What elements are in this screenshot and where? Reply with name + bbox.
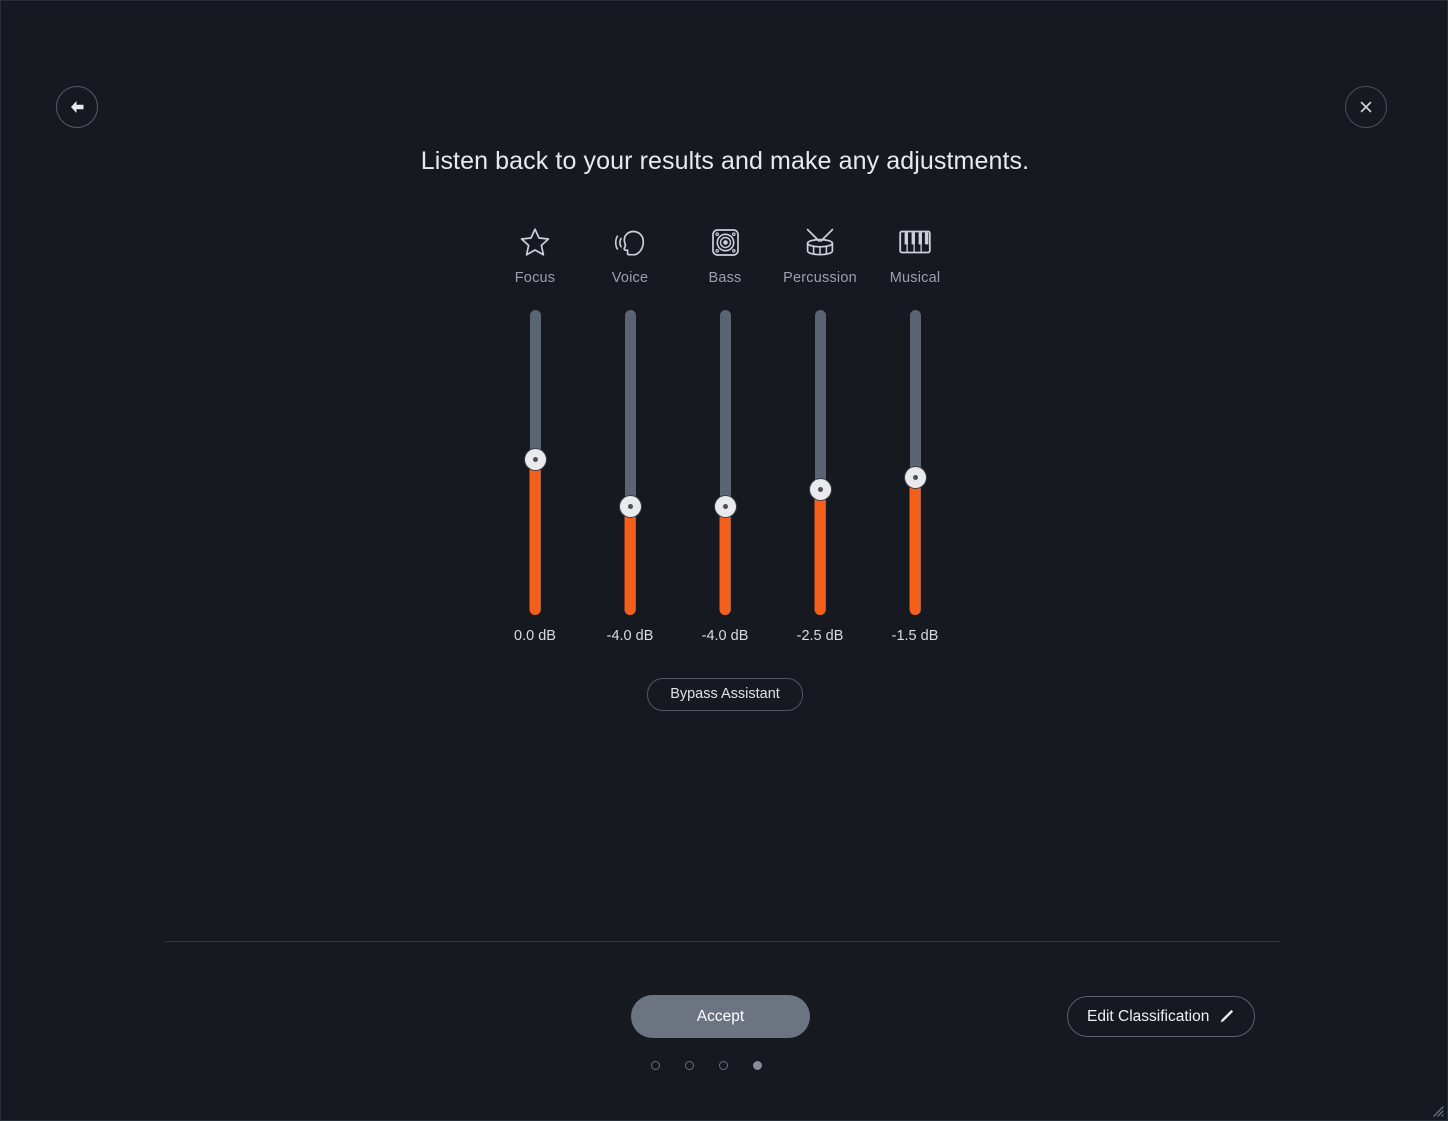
pagination-dots [651, 1061, 762, 1070]
bypass-row: Bypass Assistant [1, 678, 1447, 711]
page-title: Listen back to your results and make any… [420, 147, 1030, 175]
arrow-left-icon [71, 101, 84, 113]
drum-icon [801, 223, 839, 261]
footer-divider [165, 941, 1281, 942]
slider-voice[interactable] [583, 310, 678, 615]
channel-label: Musical [889, 270, 941, 286]
resize-grip-icon[interactable] [1428, 1101, 1444, 1117]
slider-thumb[interactable] [809, 479, 831, 501]
channel-value: 0.0 dB [514, 628, 556, 644]
slider-fill [814, 489, 826, 615]
channel-voice: Voice -4.0 dB [583, 223, 678, 644]
slider-thumb[interactable] [714, 495, 736, 517]
back-button[interactable] [56, 86, 98, 128]
slider-fill [719, 506, 731, 615]
slider-fill [909, 477, 921, 615]
channel-label: Percussion [783, 270, 857, 286]
slider-fill [624, 506, 636, 615]
mixer-panel: Focus 0.0 dB Voice -4.0 dB Bass -4.0 dB … [1, 223, 1447, 644]
channel-percussion: Percussion -2.5 dB [773, 223, 868, 644]
channel-value: -2.5 dB [796, 628, 844, 644]
slider-fill [529, 459, 541, 615]
edit-classification-button[interactable]: Edit Classification [1067, 996, 1256, 1037]
pagination-dot-2[interactable] [685, 1061, 694, 1070]
pagination-dot-4[interactable] [753, 1061, 762, 1070]
channel-value: -1.5 dB [891, 628, 939, 644]
voice-head-icon [613, 223, 647, 261]
channel-label: Voice [611, 270, 649, 286]
edit-classification-label: Edit Classification [1087, 1007, 1210, 1025]
pagination-dot-1[interactable] [651, 1061, 660, 1070]
slider-musical[interactable] [868, 310, 963, 615]
star-icon [519, 223, 551, 261]
channel-bass: Bass -4.0 dB [678, 223, 773, 644]
channel-label: Bass [708, 270, 742, 286]
slider-thumb[interactable] [904, 467, 926, 489]
slider-bass[interactable] [678, 310, 773, 615]
slider-percussion[interactable] [773, 310, 868, 615]
close-x-icon [1360, 101, 1372, 113]
close-button[interactable] [1345, 86, 1387, 128]
channel-musical: Musical -1.5 dB [868, 223, 963, 644]
channel-row: Focus 0.0 dB Voice -4.0 dB Bass -4.0 dB … [1, 223, 1447, 644]
channel-label: Focus [514, 270, 556, 286]
speaker-icon [710, 223, 741, 261]
bypass-assistant-button[interactable]: Bypass Assistant [647, 678, 803, 711]
slider-thumb[interactable] [619, 495, 641, 517]
app-window: Listen back to your results and make any… [0, 0, 1448, 1121]
channel-value: -4.0 dB [701, 628, 749, 644]
accept-button[interactable]: Accept [631, 995, 810, 1038]
channel-focus: Focus 0.0 dB [488, 223, 583, 644]
piano-icon [898, 223, 932, 261]
channel-value: -4.0 dB [606, 628, 654, 644]
slider-focus[interactable] [488, 310, 583, 615]
pencil-icon [1220, 1009, 1234, 1023]
pagination-dot-3[interactable] [719, 1061, 728, 1070]
slider-thumb[interactable] [524, 448, 546, 470]
